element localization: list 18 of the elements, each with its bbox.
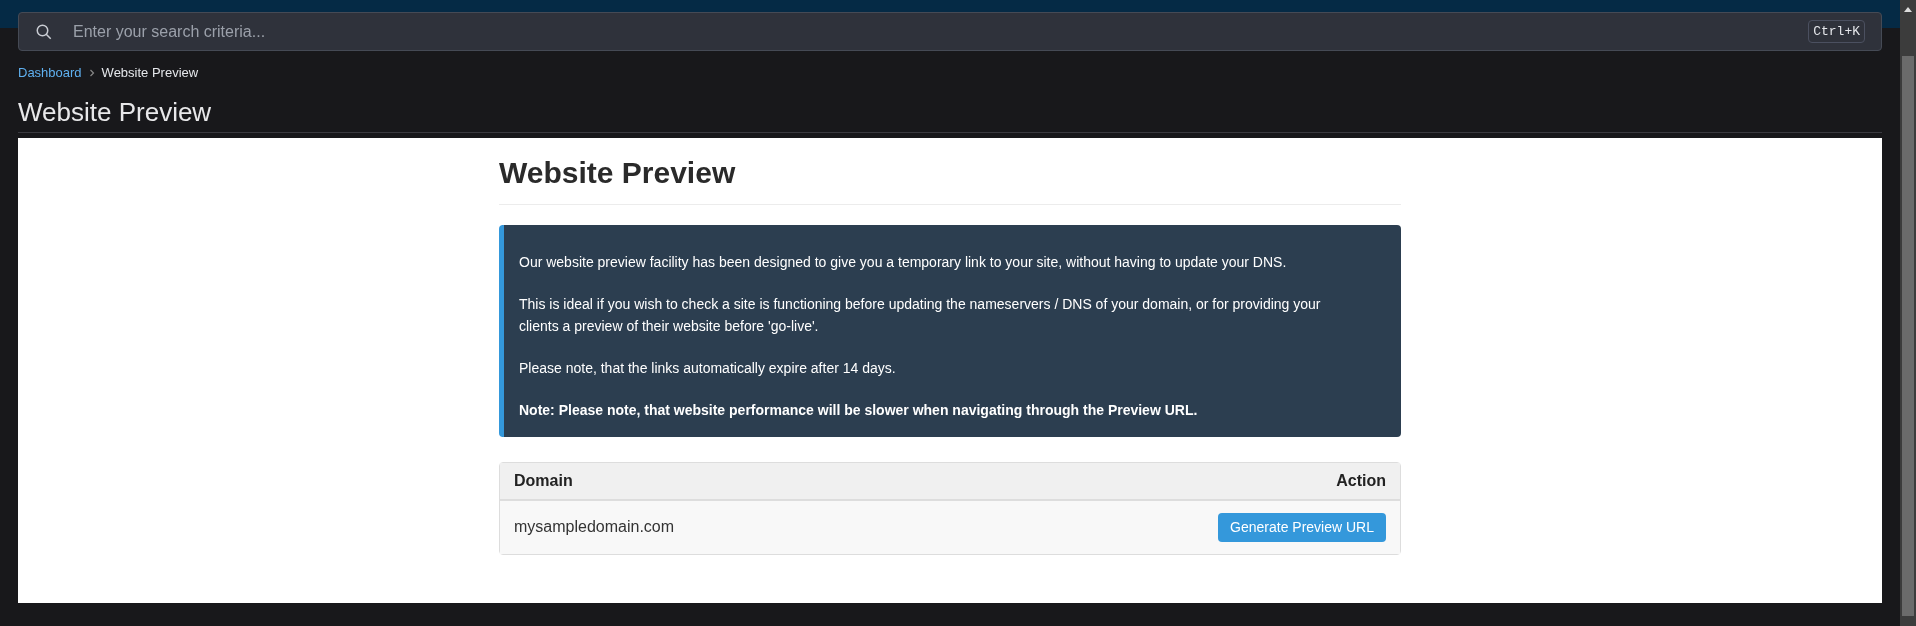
- scroll-up-icon: [1904, 6, 1912, 12]
- info-text: Please note, that the links automatically expire after 14 days.: [519, 358, 897, 378]
- search-input[interactable]: Enter your search criteria...: [73, 19, 1789, 44]
- column-header: Action: [1336, 470, 1386, 491]
- column-header: Domain: [514, 470, 573, 491]
- breadcrumb-link[interactable]: Website Preview: [101, 63, 199, 83]
- search-icon: [35, 22, 53, 41]
- note-text: Note: Please note, that website performance will be slower when navigating through the Preview URL.: [519, 400, 1199, 420]
- breadcrumb-link[interactable]: Dashboard: [18, 63, 82, 83]
- info-text: Our website preview facility has been designed to give you a temporary link to your site, without having to update your DNS.: [519, 252, 1288, 272]
- keyboard-shortcut: Ctrl+K: [1808, 19, 1865, 44]
- panel-heading: Website Preview: [499, 154, 737, 191]
- search-field[interactable]: Enter your search criteria... Ctrl+K: [18, 12, 1882, 51]
- page-title: Website Preview: [18, 95, 213, 129]
- info-text: This is ideal if you wish to check a site is functioning before updating the nameservers / DNS of your domain, or for providing your clients a preview of their website before 'go-live'.: [519, 294, 1322, 336]
- chevron-icon: [87, 68, 96, 77]
- table-cell-text: mysampledomain.com: [514, 517, 675, 537]
- scrollbar[interactable]: [1900, 0, 1916, 626]
